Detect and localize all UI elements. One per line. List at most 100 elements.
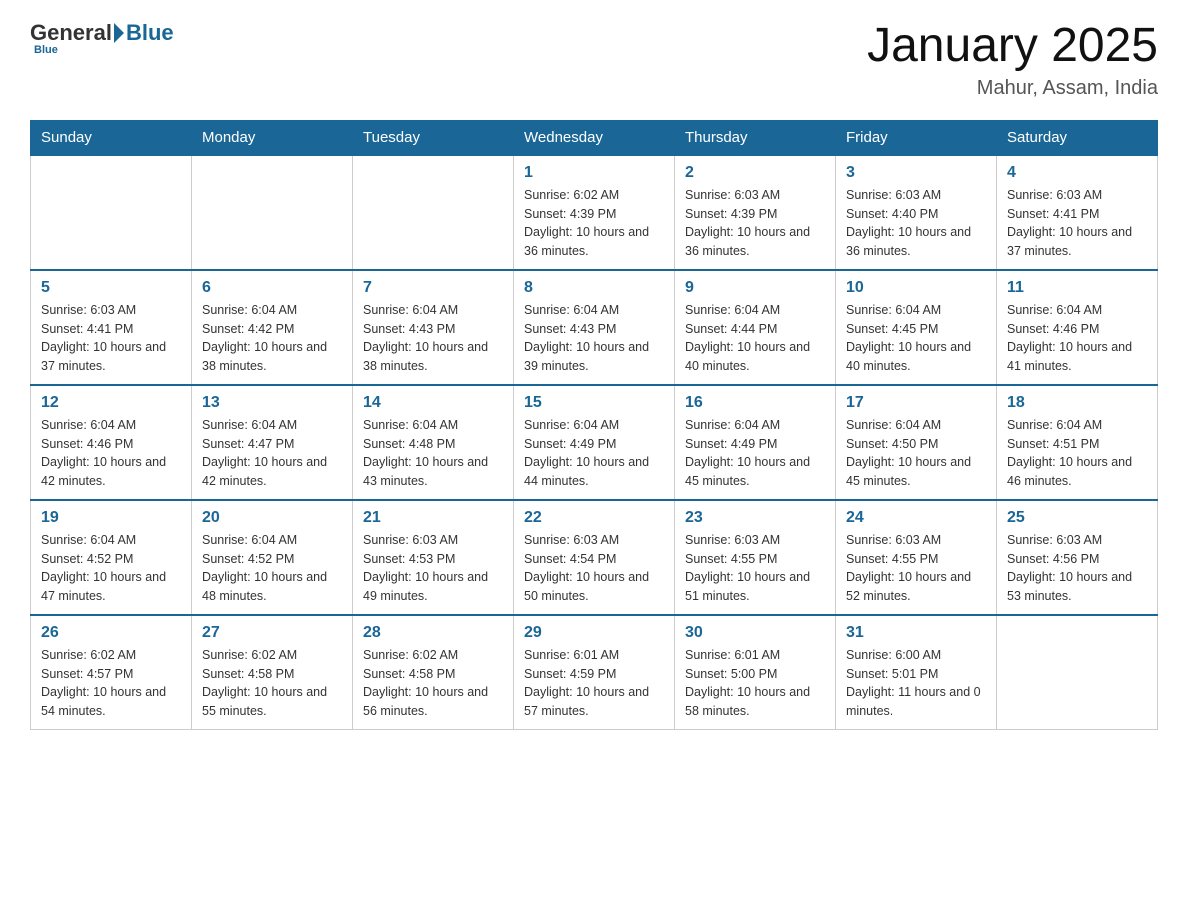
calendar-cell: 28 Sunrise: 6:02 AMSunset: 4:58 PMDayligh… — [353, 615, 514, 730]
day-number: 12 — [41, 394, 181, 412]
day-number: 5 — [41, 279, 181, 297]
column-header-friday: Friday — [836, 120, 997, 155]
logo-subtitle: Blue — [34, 44, 58, 56]
logo: General Blue Blue — [30, 20, 174, 56]
day-number: 15 — [524, 394, 664, 412]
day-number: 23 — [685, 509, 825, 527]
calendar-cell: 26 Sunrise: 6:02 AMSunset: 4:57 PMDayligh… — [31, 615, 192, 730]
week-row-4: 19Sunrise: 6:04 AMSunset: 4:52 PMDayligh… — [31, 500, 1158, 615]
week-row-5: 26 Sunrise: 6:02 AMSunset: 4:57 PMDayligh… — [31, 615, 1158, 730]
day-number: 31 — [846, 624, 986, 642]
day-number: 6 — [202, 279, 342, 297]
calendar-cell — [353, 155, 514, 270]
day-info: Sunrise: 6:03 AMSunset: 4:56 PMDaylight:… — [1007, 531, 1147, 606]
day-info: Sunrise: 6:04 AMSunset: 4:52 PMDaylight:… — [41, 531, 181, 606]
calendar-cell: 22 Sunrise: 6:03 AMSunset: 4:54 PMDayligh… — [514, 500, 675, 615]
calendar-cell: 16 Sunrise: 6:04 AMSunset: 4:49 PMDayligh… — [675, 385, 836, 500]
day-info: Sunrise: 6:02 AMSunset: 4:58 PMDaylight:… — [363, 646, 503, 721]
column-header-monday: Monday — [192, 120, 353, 155]
calendar-cell: 3Sunrise: 6:03 AMSunset: 4:40 PMDaylight… — [836, 155, 997, 270]
calendar-cell: 24 Sunrise: 6:03 AMSunset: 4:55 PMDayligh… — [836, 500, 997, 615]
column-header-tuesday: Tuesday — [353, 120, 514, 155]
day-info: Sunrise: 6:04 AMSunset: 4:52 PMDaylight:… — [202, 531, 342, 606]
day-info: Sunrise: 6:03 AMSunset: 4:39 PMDaylight:… — [685, 186, 825, 261]
day-info: Sunrise: 6:04 AMSunset: 4:43 PMDaylight:… — [524, 301, 664, 376]
day-info: Sunrise: 6:04 AMSunset: 4:47 PMDaylight:… — [202, 416, 342, 491]
calendar-cell: 15 Sunrise: 6:04 AMSunset: 4:49 PMDayligh… — [514, 385, 675, 500]
day-number: 22 — [524, 509, 664, 527]
day-number: 25 — [1007, 509, 1147, 527]
day-number: 29 — [524, 624, 664, 642]
day-info: Sunrise: 6:04 AMSunset: 4:49 PMDaylight:… — [685, 416, 825, 491]
day-number: 26 — [41, 624, 181, 642]
day-number: 18 — [1007, 394, 1147, 412]
calendar-cell — [192, 155, 353, 270]
day-number: 7 — [363, 279, 503, 297]
calendar-cell: 12Sunrise: 6:04 AMSunset: 4:46 PMDayligh… — [31, 385, 192, 500]
calendar-cell: 4 Sunrise: 6:03 AMSunset: 4:41 PMDaylight… — [997, 155, 1158, 270]
day-info: Sunrise: 6:04 AMSunset: 4:46 PMDaylight:… — [1007, 301, 1147, 376]
day-info: Sunrise: 6:03 AMSunset: 4:41 PMDaylight:… — [1007, 186, 1147, 261]
day-number: 27 — [202, 624, 342, 642]
column-header-saturday: Saturday — [997, 120, 1158, 155]
day-number: 10 — [846, 279, 986, 297]
calendar-cell — [997, 615, 1158, 730]
day-info: Sunrise: 6:03 AMSunset: 4:53 PMDaylight:… — [363, 531, 503, 606]
day-number: 2 — [685, 164, 825, 182]
calendar-cell: 10 Sunrise: 6:04 AMSunset: 4:45 PMDayligh… — [836, 270, 997, 385]
day-number: 28 — [363, 624, 503, 642]
calendar-cell: 7 Sunrise: 6:04 AMSunset: 4:43 PMDaylight… — [353, 270, 514, 385]
calendar-cell: 20 Sunrise: 6:04 AMSunset: 4:52 PMDayligh… — [192, 500, 353, 615]
title-section: January 2025 Mahur, Assam, India — [867, 20, 1158, 100]
calendar-cell: 27Sunrise: 6:02 AMSunset: 4:58 PMDayligh… — [192, 615, 353, 730]
day-info: Sunrise: 6:03 AMSunset: 4:40 PMDaylight:… — [846, 186, 986, 261]
day-info: Sunrise: 6:03 AMSunset: 4:55 PMDaylight:… — [685, 531, 825, 606]
day-number: 24 — [846, 509, 986, 527]
column-header-wednesday: Wednesday — [514, 120, 675, 155]
calendar-cell: 13 Sunrise: 6:04 AMSunset: 4:47 PMDayligh… — [192, 385, 353, 500]
calendar-cell: 5Sunrise: 6:03 AMSunset: 4:41 PMDaylight… — [31, 270, 192, 385]
day-info: Sunrise: 6:02 AMSunset: 4:39 PMDaylight:… — [524, 186, 664, 261]
day-info: Sunrise: 6:03 AMSunset: 4:55 PMDaylight:… — [846, 531, 986, 606]
day-number: 17 — [846, 394, 986, 412]
day-info: Sunrise: 6:04 AMSunset: 4:49 PMDaylight:… — [524, 416, 664, 491]
day-info: Sunrise: 6:04 AMSunset: 4:43 PMDaylight:… — [363, 301, 503, 376]
calendar-cell: 9Sunrise: 6:04 AMSunset: 4:44 PMDaylight… — [675, 270, 836, 385]
day-info: Sunrise: 6:04 AMSunset: 4:42 PMDaylight:… — [202, 301, 342, 376]
calendar-table: SundayMondayTuesdayWednesdayThursdayFrid… — [30, 120, 1158, 730]
day-info: Sunrise: 6:04 AMSunset: 4:44 PMDaylight:… — [685, 301, 825, 376]
column-header-thursday: Thursday — [675, 120, 836, 155]
logo-arrow-icon — [114, 23, 124, 43]
day-number: 11 — [1007, 279, 1147, 297]
week-row-2: 5Sunrise: 6:03 AMSunset: 4:41 PMDaylight… — [31, 270, 1158, 385]
logo-general-text: General — [30, 20, 112, 46]
calendar-cell: 6 Sunrise: 6:04 AMSunset: 4:42 PMDaylight… — [192, 270, 353, 385]
day-number: 20 — [202, 509, 342, 527]
week-row-1: 1 Sunrise: 6:02 AMSunset: 4:39 PMDaylight… — [31, 155, 1158, 270]
day-info: Sunrise: 6:01 AMSunset: 4:59 PMDaylight:… — [524, 646, 664, 721]
calendar-cell: 31Sunrise: 6:00 AMSunset: 5:01 PMDayligh… — [836, 615, 997, 730]
calendar-cell: 17 Sunrise: 6:04 AMSunset: 4:50 PMDayligh… — [836, 385, 997, 500]
month-title: January 2025 — [867, 20, 1158, 73]
page-header: General Blue Blue January 2025 Mahur, As… — [30, 20, 1158, 100]
calendar-cell: 29 Sunrise: 6:01 AMSunset: 4:59 PMDayligh… — [514, 615, 675, 730]
calendar-cell: 11 Sunrise: 6:04 AMSunset: 4:46 PMDayligh… — [997, 270, 1158, 385]
logo-blue-text: Blue — [126, 20, 174, 46]
day-number: 1 — [524, 164, 664, 182]
day-number: 21 — [363, 509, 503, 527]
day-number: 8 — [524, 279, 664, 297]
calendar-cell: 1 Sunrise: 6:02 AMSunset: 4:39 PMDaylight… — [514, 155, 675, 270]
day-info: Sunrise: 6:04 AMSunset: 4:45 PMDaylight:… — [846, 301, 986, 376]
day-number: 4 — [1007, 164, 1147, 182]
location-label: Mahur, Assam, India — [867, 77, 1158, 100]
day-number: 30 — [685, 624, 825, 642]
calendar-cell: 21 Sunrise: 6:03 AMSunset: 4:53 PMDayligh… — [353, 500, 514, 615]
day-number: 14 — [363, 394, 503, 412]
day-number: 13 — [202, 394, 342, 412]
day-info: Sunrise: 6:03 AMSunset: 4:54 PMDaylight:… — [524, 531, 664, 606]
day-number: 16 — [685, 394, 825, 412]
day-info: Sunrise: 6:04 AMSunset: 4:51 PMDaylight:… — [1007, 416, 1147, 491]
day-info: Sunrise: 6:04 AMSunset: 4:50 PMDaylight:… — [846, 416, 986, 491]
day-info: Sunrise: 6:02 AMSunset: 4:57 PMDaylight:… — [41, 646, 181, 721]
calendar-cell: 30Sunrise: 6:01 AMSunset: 5:00 PMDayligh… — [675, 615, 836, 730]
